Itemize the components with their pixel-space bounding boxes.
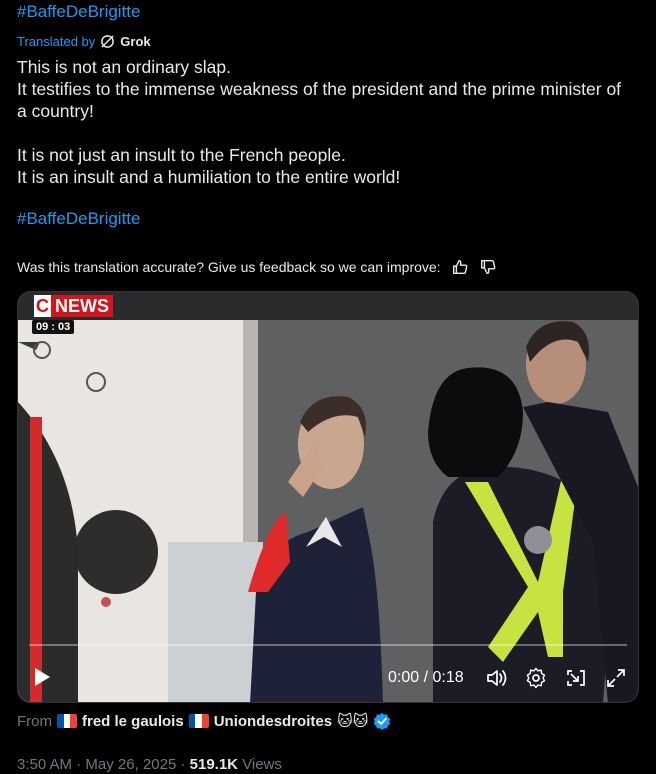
flag-stripe	[195, 714, 203, 728]
flag-stripe	[202, 714, 209, 728]
source-attribution: From fred le gaulois Uniondesdroites 🐱🐱	[17, 712, 391, 730]
flag-stripe	[63, 714, 71, 728]
tweet-paragraph-2: It is not just an insult to the French p…	[17, 144, 627, 188]
tweet-date[interactable]: May 26, 2025	[85, 756, 176, 773]
source-user-name-2[interactable]: Uniondesdroites	[214, 713, 332, 730]
source-user-name-1[interactable]: fred le gaulois	[82, 713, 184, 730]
broadcast-time: 09 : 03	[32, 320, 75, 334]
flag-stripe	[57, 714, 64, 728]
views-count: 519.1K	[189, 756, 239, 773]
flag-stripe	[70, 714, 77, 728]
france-flag-icon	[188, 714, 209, 728]
video-player[interactable]: C NEWS 09 : 03 0:00 / 0:18	[17, 291, 639, 703]
tweet-line: It is an insult and a humiliation to the…	[17, 167, 401, 187]
views-label: Views	[242, 756, 282, 773]
pip-icon[interactable]	[565, 667, 587, 689]
settings-icon[interactable]	[525, 667, 547, 689]
meta-separator: ·	[76, 756, 82, 773]
video-frame	[18, 292, 638, 702]
translated-by-grok: Translated by Grok	[17, 34, 151, 49]
flag-stripe	[188, 714, 196, 728]
tweet-line: It is not just an insult to the French p…	[17, 145, 346, 165]
translation-feedback: Was this translation accurate? Give us f…	[17, 258, 497, 276]
tweet-text: This is not an ordinary slap. It testifi…	[17, 56, 627, 210]
tweet-time[interactable]: 3:50 AM	[17, 756, 72, 773]
bottom-hashtag-link[interactable]: #BaffeDeBrigitte	[17, 209, 140, 229]
thumbs-up-icon[interactable]	[451, 258, 469, 276]
translated-by-label: Translated by	[17, 34, 96, 49]
feedback-question: Was this translation accurate? Give us f…	[17, 259, 441, 275]
tweet-paragraph-1: This is not an ordinary slap. It testifi…	[17, 56, 627, 122]
tweet-metadata: 3:50 AM · May 26, 2025 · 519.1K Views	[17, 756, 282, 773]
cat-emoji: 🐱🐱	[337, 713, 369, 730]
from-label: From	[17, 712, 52, 730]
top-hashtag-link[interactable]: #BaffeDeBrigitte	[17, 2, 140, 22]
fullscreen-icon[interactable]	[605, 667, 627, 689]
cnews-logo-news: NEWS	[51, 295, 113, 317]
grok-name: Grok	[120, 34, 151, 49]
tweet-line: It testifies to the immense weakness of …	[17, 79, 622, 121]
video-progress-bar[interactable]	[29, 644, 627, 646]
grok-icon	[101, 35, 115, 48]
video-time-readout: 0:00 / 0:18	[388, 669, 464, 686]
meta-separator: ·	[180, 756, 186, 773]
volume-icon[interactable]	[485, 667, 509, 689]
france-flag-icon	[57, 714, 77, 728]
cnews-logo: C NEWS	[34, 295, 113, 317]
verified-badge-icon	[374, 712, 391, 730]
tweet-line: This is not an ordinary slap.	[17, 57, 231, 77]
thumbs-down-icon[interactable]	[479, 258, 497, 276]
play-icon[interactable]	[32, 666, 52, 688]
cnews-logo-c: C	[34, 295, 51, 317]
